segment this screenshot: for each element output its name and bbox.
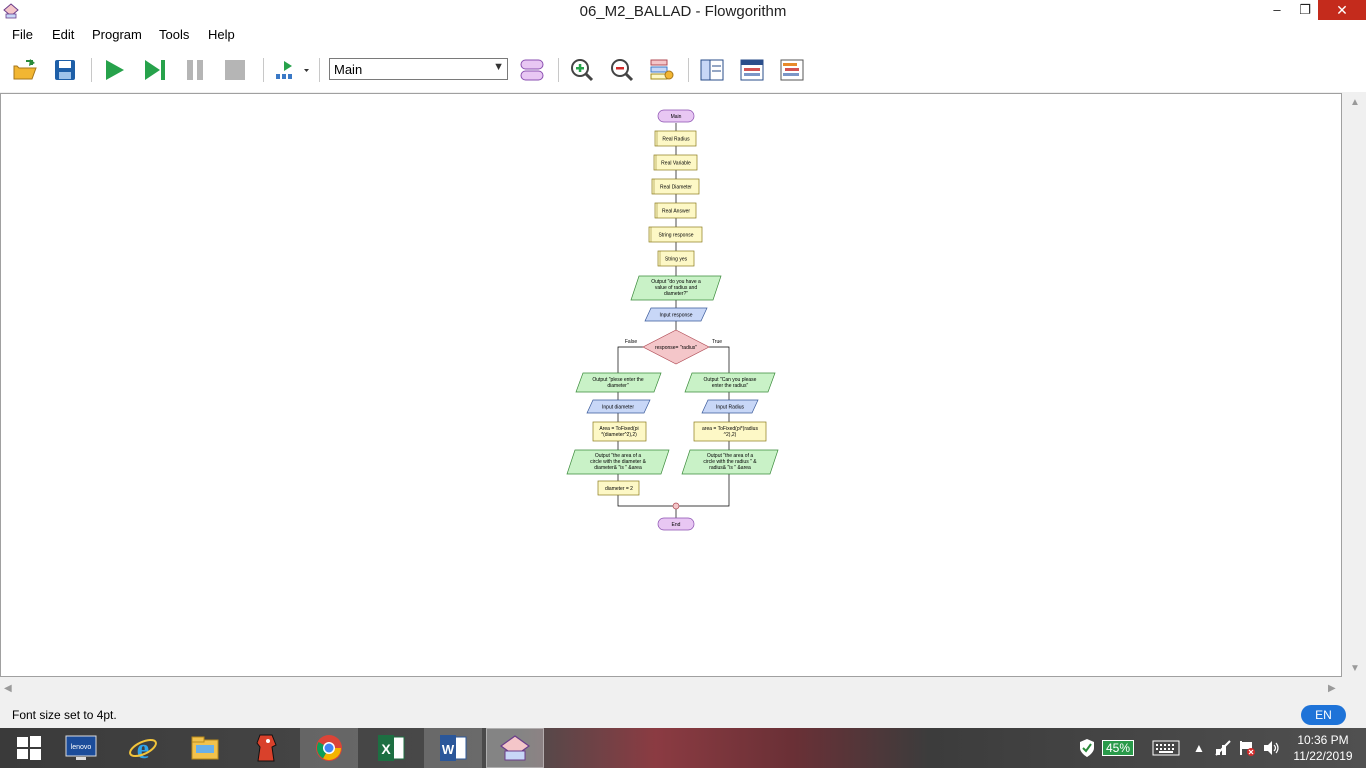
close-button[interactable]: ✕ bbox=[1318, 0, 1366, 20]
restore-button[interactable]: ❐ bbox=[1292, 0, 1318, 20]
chevron-down-icon: ▼ bbox=[493, 61, 504, 73]
console-icon[interactable] bbox=[737, 56, 767, 84]
declare-label: Real Answer bbox=[662, 209, 690, 215]
internet-explorer-icon[interactable]: e bbox=[114, 728, 172, 768]
chrome-icon[interactable] bbox=[300, 728, 358, 768]
flowgorithm-red-icon[interactable] bbox=[238, 728, 296, 768]
svg-text:lenovo: lenovo bbox=[71, 744, 92, 751]
run-icon[interactable] bbox=[99, 56, 129, 84]
true-label: True bbox=[712, 339, 722, 345]
svg-text:X: X bbox=[381, 741, 391, 757]
clock-time: 10:36 PM bbox=[1297, 733, 1349, 747]
toolbar-separator bbox=[688, 58, 689, 82]
pause-icon[interactable] bbox=[180, 56, 210, 84]
lenovo-icon[interactable]: lenovo bbox=[52, 728, 110, 768]
declare-label: String response bbox=[658, 233, 693, 239]
svg-text:W: W bbox=[442, 742, 455, 757]
defender-icon[interactable] bbox=[1076, 728, 1098, 768]
title-bar: 06_M2_BALLAD - Flowgorithm – ❐ ✕ bbox=[0, 0, 1366, 24]
output-label: diameter" bbox=[607, 383, 628, 389]
word-icon[interactable]: W bbox=[424, 728, 482, 768]
function-select-value: Main bbox=[334, 62, 363, 77]
flowchart[interactable]: Main Real Radius Real Variable Real Diam… bbox=[1, 94, 1341, 676]
variable-watch-icon[interactable] bbox=[697, 56, 727, 84]
output-label: diameter?" bbox=[664, 291, 688, 297]
input-label: Input diameter bbox=[602, 405, 634, 411]
flowgorithm-icon[interactable] bbox=[486, 728, 544, 768]
keyboard-icon[interactable] bbox=[1150, 728, 1182, 768]
toolbar bbox=[0, 46, 1366, 92]
false-label: False bbox=[625, 339, 637, 345]
taskbar: lenovo e X W 45% ▲ 10:36 PM 11/22/2019 bbox=[0, 728, 1366, 768]
open-folder-icon[interactable] bbox=[10, 56, 40, 84]
toolbar-separator bbox=[91, 58, 92, 82]
battery-indicator[interactable]: 45% bbox=[1098, 728, 1138, 768]
volume-icon[interactable] bbox=[1260, 728, 1282, 768]
source-code-icon[interactable] bbox=[777, 56, 807, 84]
chevron-up-icon[interactable]: ▲ bbox=[1190, 728, 1208, 768]
svg-text:e: e bbox=[137, 734, 149, 763]
network-icon[interactable] bbox=[1212, 728, 1234, 768]
assign-label: diameter = 2 bbox=[605, 486, 633, 492]
declare-label: Real Diameter bbox=[660, 185, 692, 191]
merge-point bbox=[672, 502, 680, 510]
function-select[interactable]: Main ▼ bbox=[329, 58, 508, 80]
toolbar-separator bbox=[263, 58, 264, 82]
scroll-right-icon[interactable]: ▶ bbox=[1328, 683, 1336, 694]
scroll-up-icon[interactable]: ▲ bbox=[1350, 97, 1360, 108]
excel-icon[interactable]: X bbox=[362, 728, 420, 768]
save-icon[interactable] bbox=[50, 56, 80, 84]
output-label: radius& "is " &area bbox=[709, 465, 751, 471]
menu-help[interactable]: Help bbox=[208, 27, 235, 42]
minimize-button[interactable]: – bbox=[1262, 0, 1292, 20]
menu-bar: File Edit Program Tools Help bbox=[0, 24, 1366, 46]
flowchart-canvas[interactable]: Main Real Radius Real Variable Real Diam… bbox=[0, 93, 1342, 677]
window-title: 06_M2_BALLAD - Flowgorithm bbox=[579, 3, 787, 20]
decision-label: response= "radius" bbox=[655, 345, 697, 351]
clock-date: 11/22/2019 bbox=[1293, 749, 1353, 763]
run-speed-icon[interactable] bbox=[271, 56, 311, 84]
menu-file[interactable]: File bbox=[12, 27, 33, 42]
input-label: Input Radius bbox=[716, 405, 745, 411]
status-bar: Font size set to 4pt. bbox=[0, 701, 1366, 728]
colors-icon[interactable] bbox=[647, 56, 677, 84]
scroll-left-icon[interactable]: ◀ bbox=[4, 683, 12, 694]
status-message: Font size set to 4pt. bbox=[12, 708, 117, 722]
menu-tools[interactable]: Tools bbox=[159, 27, 189, 42]
output-label: diameter& "is " &area bbox=[594, 465, 642, 471]
windows-start-icon[interactable] bbox=[0, 728, 58, 768]
end-label: End bbox=[672, 522, 681, 528]
layout-icon[interactable] bbox=[517, 56, 547, 84]
language-badge[interactable]: EN bbox=[1301, 705, 1346, 725]
horizontal-scrollbar[interactable]: ◀ ▶ bbox=[0, 677, 1342, 701]
assign-label: *(diameter^2),2) bbox=[601, 432, 637, 438]
toolbar-separator bbox=[558, 58, 559, 82]
declare-label: String yes bbox=[665, 257, 688, 263]
zoom-out-icon[interactable] bbox=[607, 56, 637, 84]
declare-label: Real Radius bbox=[662, 137, 690, 143]
menu-program[interactable]: Program bbox=[92, 27, 142, 42]
flag-icon[interactable] bbox=[1236, 728, 1258, 768]
battery-percent: 45% bbox=[1101, 740, 1135, 756]
input-label: Input response bbox=[659, 313, 692, 319]
toolbar-separator bbox=[319, 58, 320, 82]
step-icon[interactable] bbox=[140, 56, 170, 84]
declare-label: Real Variable bbox=[661, 161, 691, 167]
zoom-in-icon[interactable] bbox=[567, 56, 597, 84]
start-label: Main bbox=[671, 114, 682, 120]
vertical-scrollbar[interactable]: ▲ ▼ bbox=[1342, 93, 1366, 677]
file-explorer-icon[interactable] bbox=[176, 728, 234, 768]
stop-icon[interactable] bbox=[220, 56, 250, 84]
assign-label: ^2),2) bbox=[724, 432, 737, 438]
scroll-down-icon[interactable]: ▼ bbox=[1350, 663, 1360, 674]
output-label: enter the radius" bbox=[712, 383, 749, 389]
menu-edit[interactable]: Edit bbox=[52, 27, 74, 42]
clock[interactable]: 10:36 PM 11/22/2019 bbox=[1288, 732, 1358, 764]
